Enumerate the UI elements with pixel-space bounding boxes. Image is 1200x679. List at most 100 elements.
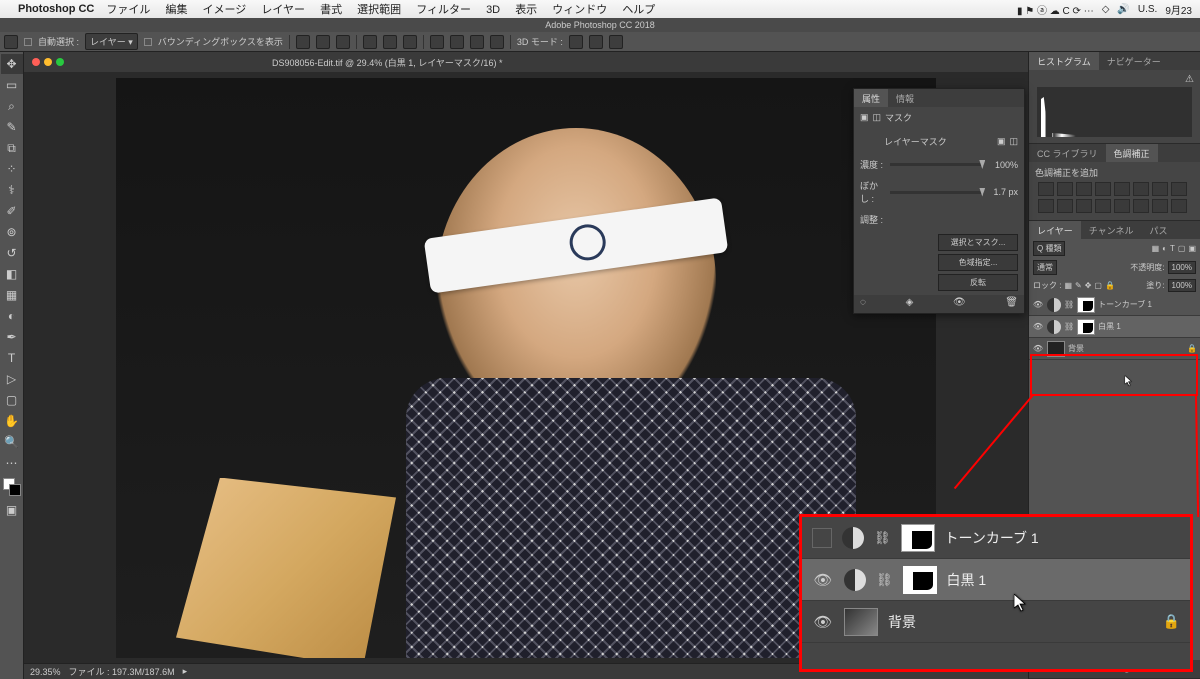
quickmask-toggle[interactable]: ▣ [1,500,23,520]
density-slider[interactable] [890,163,984,166]
adj-photo-filter-icon[interactable] [1038,199,1054,213]
blend-mode-dropdown[interactable]: 通常 [1033,260,1057,275]
invert-button[interactable]: 反転 [938,274,1018,291]
adj-hue-icon[interactable] [1133,182,1149,196]
move-tool[interactable]: ✥ [1,54,23,74]
menu-edit[interactable]: 編集 [165,4,187,16]
opacity-value[interactable]: 100% [1168,261,1196,274]
shape-tool[interactable]: ▢ [1,390,23,410]
layer-name[interactable]: トーンカーブ 1 [945,528,1039,548]
app-name[interactable]: Photoshop CC [18,3,94,15]
histogram-warning-icon[interactable]: ⚠ [1035,74,1194,85]
visibility-icon[interactable]: 👁 [1032,344,1044,353]
filter-pixel-icon[interactable]: ▦ [1152,244,1160,253]
lock-pixels-icon[interactable]: ✎ [1075,281,1082,290]
tab-info[interactable]: 情報 [888,89,922,107]
gradient-tool[interactable]: ▦ [1,285,23,305]
status-arrow-icon[interactable]: ▸ [183,666,188,677]
toolbox-more[interactable]: ⋯ [1,453,23,473]
crop-tool[interactable]: ⧉ [1,138,23,158]
filter-type-icon[interactable]: T [1170,244,1175,253]
link-icon[interactable]: ⛓ [1064,300,1074,309]
distribute-icon[interactable] [470,35,484,49]
mask-vector-icon[interactable]: ◫ [873,112,882,123]
link-icon[interactable]: ⛓ [874,530,891,546]
load-selection-icon[interactable]: ◌ [860,297,866,311]
align-icon[interactable] [336,35,350,49]
adj-balance-icon[interactable] [1152,182,1168,196]
menu-select[interactable]: 選択範囲 [357,4,401,16]
layer-mask-thumb[interactable] [1077,297,1095,313]
menu-type[interactable]: 書式 [320,4,342,16]
mask-disable-icon[interactable]: ◫ [1009,136,1018,147]
filter-smart-icon[interactable]: ▣ [1188,244,1196,253]
hand-tool[interactable]: ✋ [1,411,23,431]
window-controls[interactable] [32,58,64,66]
adj-bw-icon[interactable] [1171,182,1187,196]
mode3d-icon[interactable] [569,35,583,49]
layer-thumb[interactable] [844,608,878,636]
layer-row-bw[interactable]: 👁 ⛓ 白黒 1 [1029,316,1200,338]
link-icon[interactable]: ⛓ [1064,322,1074,331]
distribute-icon[interactable] [363,35,377,49]
history-brush-tool[interactable]: ↺ [1,243,23,263]
align-icon[interactable] [316,35,330,49]
distribute-icon[interactable] [383,35,397,49]
feather-value[interactable]: 1.7 px [988,187,1018,197]
adj-exposure-icon[interactable] [1095,182,1111,196]
adj-levels-icon[interactable] [1057,182,1073,196]
overflow-icon[interactable] [490,35,504,49]
healing-tool[interactable]: ⚕ [1,180,23,200]
menu-file[interactable]: ファイル [106,4,150,16]
stamp-tool[interactable]: ⊚ [1,222,23,242]
tab-navigator[interactable]: ナビゲーター [1099,52,1169,70]
fill-value[interactable]: 100% [1168,279,1196,292]
mode3d-icon[interactable] [609,35,623,49]
marquee-tool[interactable]: ▭ [1,75,23,95]
layer-name[interactable]: 白黒 1 [947,570,987,590]
tab-channels[interactable]: チャンネル [1081,221,1142,239]
menubar-wifi-icon[interactable]: ◇ [1102,4,1110,15]
type-tool[interactable]: T [1,348,23,368]
zoom-tool[interactable]: 🔍 [1,432,23,452]
apply-mask-icon[interactable]: ◈ [906,297,914,311]
filter-shape-icon[interactable]: ▢ [1178,244,1186,253]
layer-mask-thumb[interactable] [903,566,937,594]
tab-cc-library[interactable]: CC ライブラリ [1029,144,1106,162]
visibility-icon[interactable]: 👁 [812,613,834,631]
layer-mask-thumb[interactable] [1077,319,1095,335]
adj-brightness-icon[interactable] [1038,182,1054,196]
document-tab[interactable]: DS908056-Edit.tif @ 29.4% (白黒 1, レイヤーマスク… [272,56,502,69]
pen-tool[interactable]: ✒ [1,327,23,347]
lock-position-icon[interactable]: ✥ [1085,281,1092,290]
density-value[interactable]: 100% [988,160,1018,170]
tab-histogram[interactable]: ヒストグラム [1029,52,1099,70]
disable-mask-icon[interactable]: 👁 [953,297,966,311]
brush-tool[interactable]: ✐ [1,201,23,221]
tool-preset-icon[interactable] [4,35,18,49]
menu-image[interactable]: イメージ [203,4,247,16]
menu-filter[interactable]: フィルター [416,4,471,16]
menu-view[interactable]: 表示 [515,4,537,16]
layer-name[interactable]: 背景 [1068,343,1084,354]
lock-all-icon[interactable]: 🔒 [1105,281,1115,290]
mask-select-icon[interactable]: ▣ [997,136,1006,147]
delete-mask-icon[interactable]: 🗑 [1005,297,1018,311]
distribute-icon[interactable] [403,35,417,49]
adj-curves-icon[interactable] [1076,182,1092,196]
tab-layers[interactable]: レイヤー [1029,221,1081,239]
filter-adjust-icon[interactable]: ◐ [1162,244,1167,253]
visibility-icon[interactable]: 👁 [1032,322,1044,331]
adj-selective-icon[interactable] [1171,199,1187,213]
menu-window[interactable]: ウィンドウ [552,4,607,16]
quick-select-tool[interactable]: ✎ [1,117,23,137]
tab-paths[interactable]: パス [1141,221,1175,239]
tab-properties[interactable]: 属性 [854,89,888,107]
autoselect-dropdown[interactable]: レイヤー ▾ [85,33,138,50]
color-range-button[interactable]: 色域指定... [938,254,1018,271]
mode3d-icon[interactable] [589,35,603,49]
layer-name[interactable]: 白黒 1 [1098,321,1121,332]
lock-transparency-icon[interactable]: ▦ [1064,281,1072,290]
tab-adjustments[interactable]: 色調補正 [1106,144,1158,162]
menubar-volume-icon[interactable]: 🔊 [1117,4,1129,15]
